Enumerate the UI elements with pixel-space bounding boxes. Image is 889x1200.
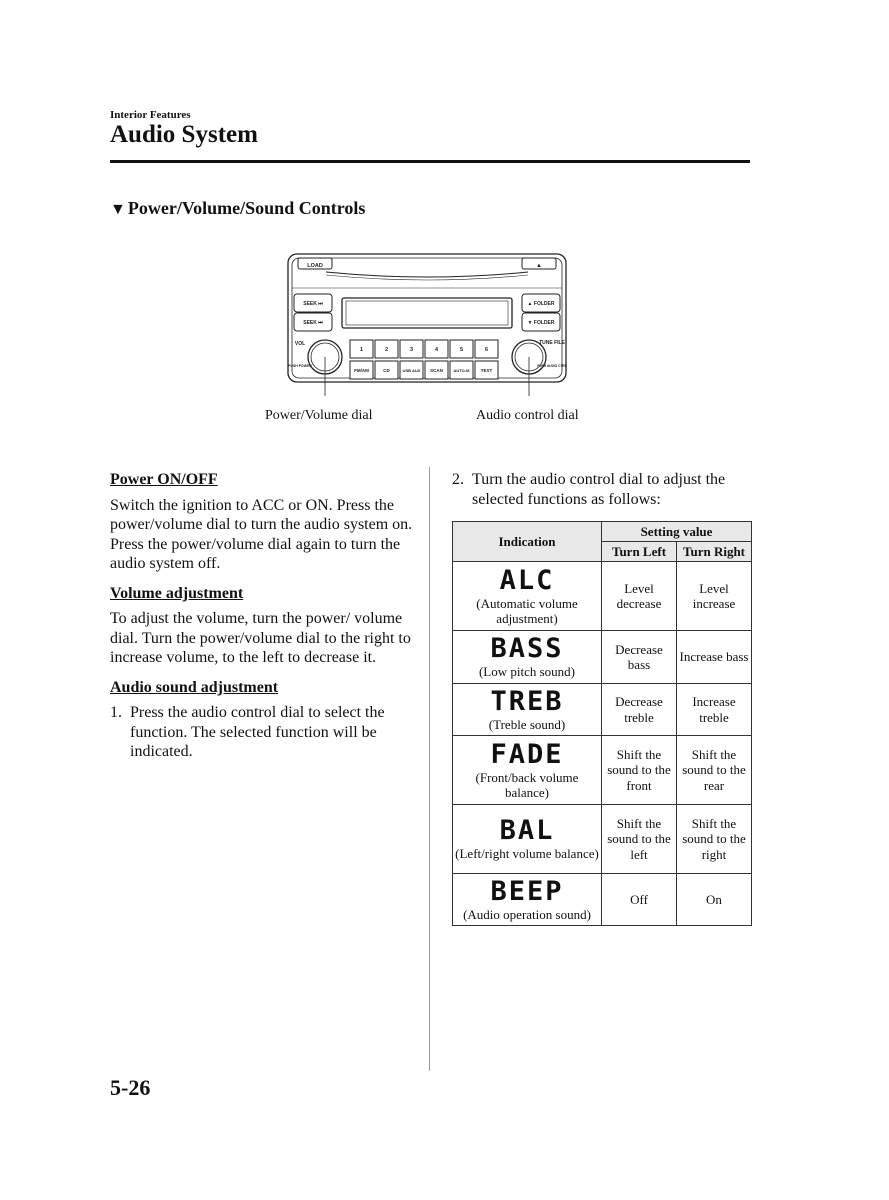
fm-am-label: FM/AM — [354, 368, 369, 373]
turn-right-value: Level increase — [676, 561, 752, 631]
step-1-number: 1. — [110, 704, 122, 721]
tune-file-label: TUNE FILE — [539, 340, 565, 346]
auto-m-label: AUTO-M — [454, 368, 471, 373]
turn-right-value: Shift the sound to the right — [676, 804, 752, 874]
turn-left-value: Off — [601, 873, 677, 926]
vol-label: VOL — [295, 341, 305, 347]
lcd-indication: ALC — [499, 564, 555, 596]
indication-desc: (Low pitch sound) — [478, 664, 576, 680]
volume-text: To adjust the volume, turn the power/ vo… — [110, 610, 411, 666]
table-row: TREB (Treble sound) Decrease treble Incre… — [452, 683, 752, 736]
turn-left-value: Decrease treble — [601, 683, 677, 736]
preset-3-label: 3 — [410, 347, 413, 353]
step-2-text: Turn the audio control dial to adjust th… — [472, 471, 726, 508]
step-1-text: Press the audio control dial to select t… — [130, 704, 385, 760]
push-power-label: PUSH POWER — [288, 364, 312, 368]
table-row: BAL (Left/right volume balance) Shift the… — [452, 804, 752, 874]
lcd-indication: FADE — [490, 738, 564, 770]
lcd-indication: BASS — [490, 633, 564, 665]
column-divider — [429, 467, 430, 1071]
table-row: BASS (Low pitch sound) Decrease bass Incr… — [452, 630, 752, 684]
table-row: BEEP (Audio operation sound) Off On — [452, 873, 752, 926]
folder-down-label: ▼ FOLDER — [528, 320, 555, 326]
turn-left-value: Level decrease — [601, 561, 677, 631]
sound-heading: Audio sound adjustment — [110, 678, 279, 696]
settings-table: Indication Setting value Turn Left Turn … — [452, 521, 752, 926]
audio-unit-illustration: LOAD ▲ SEEK ⏭ SEEK ⏮ ▲ FOLDER ▼ FOLDER 1… — [287, 253, 567, 396]
turn-left-value: Decrease bass — [601, 630, 677, 684]
power-text: Switch the ignition to ACC or ON. Press … — [110, 496, 413, 573]
eject-label: ▲ — [536, 263, 542, 269]
usb-aux-label: USB AUX — [403, 368, 421, 373]
section-label: Interior Features — [110, 109, 191, 121]
subsection-heading: ▼ Power/Volume/Sound Controls — [110, 198, 365, 219]
indication-desc: (Left/right volume balance) — [455, 846, 599, 862]
left-column: Power ON/OFF Switch the ignition to ACC … — [110, 470, 420, 762]
indication-desc: (Automatic volume adjustment) — [476, 595, 578, 627]
push-audio-ctrl-label: PUSH AUDIO CTRL — [537, 364, 566, 368]
header-turn-left: Turn Left — [601, 541, 677, 562]
indication-desc: (Treble sound) — [488, 716, 566, 732]
header-turn-right: Turn Right — [676, 541, 752, 562]
subsection-title: Power/Volume/Sound Controls — [127, 198, 366, 218]
indication-desc: (Audio operation sound) — [463, 906, 591, 922]
step-2-number: 2. — [452, 471, 464, 488]
preset-6-label: 6 — [485, 347, 488, 353]
preset-2-label: 2 — [385, 347, 388, 353]
display-screen — [341, 297, 513, 329]
turn-right-value: Increase bass — [676, 630, 752, 684]
folder-up-label: ▲ FOLDER — [528, 301, 555, 307]
turn-left-value: Shift the sound to the left — [601, 804, 677, 874]
title-divider — [110, 160, 750, 163]
text-label: TEXT — [481, 368, 493, 373]
audio-control-dial-callout: Audio control dial — [476, 408, 579, 423]
turn-right-value: On — [676, 873, 752, 926]
cd-label: CD — [383, 368, 390, 373]
lcd-indication: TREB — [490, 685, 564, 717]
lcd-indication: BEEP — [490, 875, 564, 907]
turn-right-value: Increase treble — [676, 683, 752, 736]
load-label: LOAD — [307, 263, 323, 269]
step-2: 2. Turn the audio control dial to adjust… — [452, 470, 752, 509]
turn-left-value: Shift the sound to the front — [601, 735, 677, 805]
preset-1-label: 1 — [360, 347, 363, 353]
scan-label: SCAN — [430, 368, 443, 373]
step-1: 1. Press the audio control dial to selec… — [110, 703, 420, 762]
page-number: 5-26 — [110, 1075, 151, 1100]
power-volume-dial-callout: Power/Volume dial — [265, 408, 373, 423]
seek-up-label: SEEK ⏭ — [303, 301, 323, 307]
seek-down-label: SEEK ⏮ — [303, 320, 323, 326]
lcd-indication: BAL — [499, 815, 555, 847]
table-row: ALC (Automatic volume adjustment) Level d… — [452, 561, 752, 631]
volume-heading: Volume adjustment — [110, 584, 244, 602]
turn-right-value: Shift the sound to the rear — [676, 735, 752, 805]
header-indication: Indication — [452, 521, 602, 562]
down-triangle-icon: ▼ — [110, 201, 126, 218]
indication-desc: (Front/back volume balance) — [475, 769, 579, 801]
preset-5-label: 5 — [460, 347, 463, 353]
table-row: FADE (Front/back volume balance) Shift th… — [452, 735, 752, 805]
power-heading: Power ON/OFF — [110, 471, 218, 488]
right-column: 2. Turn the audio control dial to adjust… — [452, 470, 752, 509]
page-title: Audio System — [110, 121, 258, 148]
header-setting-value: Setting value — [601, 521, 752, 542]
